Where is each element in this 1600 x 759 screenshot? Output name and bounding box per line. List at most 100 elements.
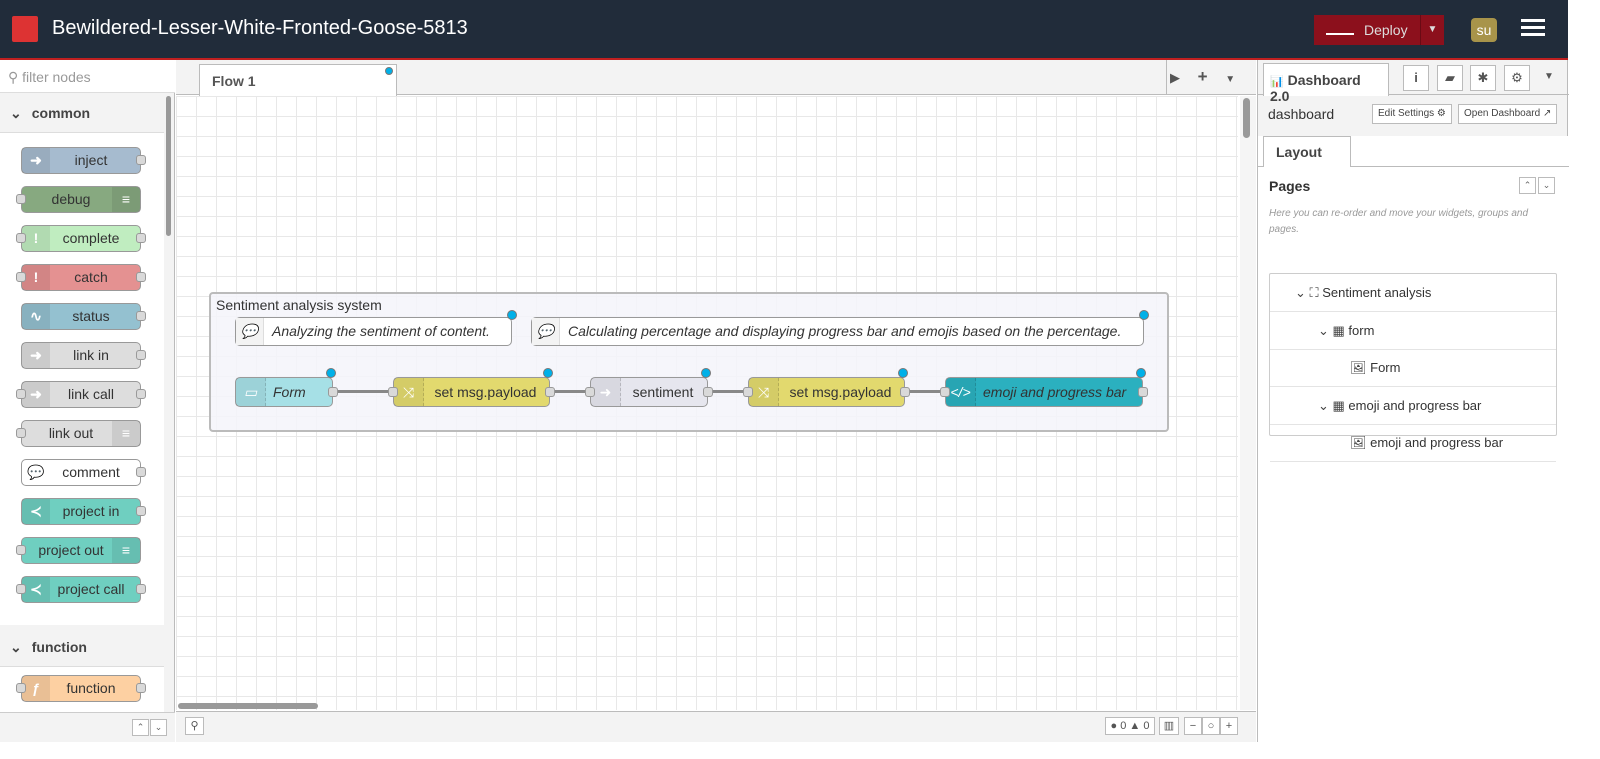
changed-dot (326, 368, 336, 378)
node-icon: ≺ (22, 499, 50, 524)
node-icon: ∿ (22, 304, 50, 329)
node-icon: ≡ (112, 538, 140, 563)
zoom-in-icon[interactable]: + (1220, 717, 1238, 735)
user-avatar[interactable]: su (1471, 18, 1497, 42)
hamburger-menu-icon[interactable] (1521, 16, 1545, 40)
tree-item-widget[interactable]: 🖼 Form (1270, 349, 1556, 387)
category-function[interactable]: ⌄ function (0, 627, 164, 667)
wire[interactable] (333, 390, 393, 393)
palette-node-project-call[interactable]: ≺ project call (16, 576, 146, 603)
add-flow-icon[interactable]: + (1198, 67, 1208, 86)
palette-node-link-call[interactable]: ➜ link call (16, 381, 146, 408)
category-label: function (31, 639, 87, 655)
comment-icon: 💬 (236, 318, 264, 345)
palette-node-comment[interactable]: 💬 comment (21, 459, 146, 486)
info-icon[interactable]: i (1403, 65, 1429, 91)
expand-all-icon[interactable]: ⌄ (150, 719, 167, 736)
input-port[interactable] (388, 387, 398, 397)
node-icon: ➜ (22, 343, 50, 368)
map-icon[interactable]: ▥ (1159, 717, 1179, 735)
tab-layout[interactable]: Layout (1263, 136, 1351, 167)
node-icon: </> (946, 378, 976, 406)
palette-node-complete[interactable]: ! complete (16, 225, 146, 252)
output-port[interactable] (328, 387, 338, 397)
flow-group[interactable]: Sentiment analysis system (209, 292, 1169, 432)
output-port[interactable] (703, 387, 713, 397)
node-label: catch (74, 269, 108, 285)
tree-item-widget[interactable]: 🖼 emoji and progress bar (1270, 424, 1556, 462)
input-port[interactable] (940, 387, 950, 397)
node-label: project in (62, 503, 120, 519)
palette-node-inject[interactable]: ➜ inject (21, 147, 146, 174)
deploy-dropdown-icon[interactable]: ▼ (1420, 15, 1444, 45)
palette-node-status[interactable]: ∿ status (21, 303, 146, 330)
tree-item-label: emoji and progress bar (1370, 435, 1504, 450)
comment-node[interactable]: 💬 Calculating percentage and displaying p… (531, 310, 1149, 346)
flow-node-sentiment[interactable]: ➜ sentiment (585, 368, 713, 407)
node-icon: ≡ (112, 187, 140, 212)
flow-node-emoji-and-progress-bar[interactable]: </> emoji and progress bar (940, 368, 1148, 407)
comment-icon: 💬 (532, 318, 560, 345)
palette-node-project-out[interactable]: ≡ project out (16, 537, 141, 564)
tab-dashboard[interactable]: 📊 Dashboard 2.0 (1263, 63, 1389, 104)
search-icon[interactable]: ⚲ (185, 717, 204, 735)
gear-icon[interactable]: ⚙ (1504, 65, 1530, 91)
edit-settings-button[interactable]: Edit Settings ⚙ (1372, 104, 1452, 124)
open-dashboard-button[interactable]: Open Dashboard ↗ (1458, 104, 1558, 124)
palette-node-debug[interactable]: ≡ debug (16, 186, 141, 213)
changed-dot (701, 368, 711, 378)
palette-node-project-in[interactable]: ≺ project in (21, 498, 146, 525)
output-port (136, 272, 146, 282)
workspace-footer: ⚲ ● 0 ▲ 0 ▥ − ○ + (176, 711, 1256, 742)
wire[interactable] (708, 390, 748, 393)
flow-canvas[interactable]: Sentiment analysis system 💬 Analyzing the… (176, 96, 1238, 710)
bug-icon[interactable]: ✱ (1470, 65, 1496, 91)
flow-node-Form[interactable]: ▭ Form (235, 368, 338, 407)
book-icon[interactable]: ▰ (1437, 65, 1463, 91)
node-label: complete (62, 230, 120, 246)
group-label: Sentiment analysis system (216, 297, 382, 313)
node-label: set msg.payload (434, 384, 537, 400)
tree-item-page[interactable]: ⌄ ⛶ Sentiment analysis (1270, 274, 1556, 312)
notification-counts[interactable]: ● 0 ▲ 0 (1105, 717, 1155, 735)
output-port[interactable] (900, 387, 910, 397)
tree-item-group[interactable]: ⌄ ▦ form (1270, 312, 1556, 350)
input-port[interactable] (743, 387, 753, 397)
node-red-logo (12, 16, 38, 42)
category-common[interactable]: ⌄ common (0, 93, 164, 133)
palette-node-link-out[interactable]: ≡ link out (16, 420, 141, 447)
palette-node-function[interactable]: ƒ function (16, 675, 146, 702)
palette-scrollbar[interactable] (166, 96, 171, 236)
flow-menu-icon[interactable]: ▼ (1225, 74, 1235, 85)
input-port (16, 428, 26, 438)
canvas-vertical-scrollbar[interactable] (1240, 96, 1256, 710)
output-port[interactable] (545, 387, 555, 397)
expand-pages-icon[interactable]: ⌄ (1538, 177, 1555, 194)
tab-flow-1[interactable]: Flow 1 (199, 64, 397, 96)
sidebar: 📊 Dashboard 2.0 i ▰ ✱ ⚙ ▼ dashboard Edit… (1257, 60, 1569, 742)
filter-nodes-input[interactable]: ⚲ filter nodes (0, 60, 175, 93)
output-port[interactable] (1138, 387, 1148, 397)
wire[interactable] (550, 390, 590, 393)
zoom-out-icon[interactable]: − (1184, 717, 1202, 735)
node-label: link out (48, 425, 94, 441)
comment-node[interactable]: 💬 Analyzing the sentiment of content. (235, 310, 517, 346)
flow-node-set-msg-payload[interactable]: ⤨ set msg.payload (743, 368, 910, 407)
tree-item-group[interactable]: ⌄ ▦ emoji and progress bar (1270, 387, 1556, 425)
changed-dot (507, 310, 517, 320)
play-icon[interactable]: ▶ (1170, 70, 1180, 85)
flow-node-set-msg-payload[interactable]: ⤨ set msg.payload (388, 368, 555, 407)
palette-node-link-in[interactable]: ➜ link in (21, 342, 146, 369)
palette-footer: ⌃ ⌄ (0, 712, 175, 742)
palette-node-catch[interactable]: ! catch (16, 264, 146, 291)
deploy-button[interactable]: Deploy ▼ (1314, 15, 1444, 45)
collapse-all-icon[interactable]: ⌃ (132, 719, 149, 736)
sidebar-menu-icon[interactable]: ▼ (1544, 71, 1554, 82)
output-port (136, 311, 146, 321)
node-icon: ≡ (112, 421, 140, 446)
changed-dot (1139, 310, 1149, 320)
zoom-reset-icon[interactable]: ○ (1202, 717, 1220, 735)
input-port[interactable] (585, 387, 595, 397)
wire[interactable] (905, 390, 945, 393)
collapse-pages-icon[interactable]: ⌃ (1519, 177, 1536, 194)
